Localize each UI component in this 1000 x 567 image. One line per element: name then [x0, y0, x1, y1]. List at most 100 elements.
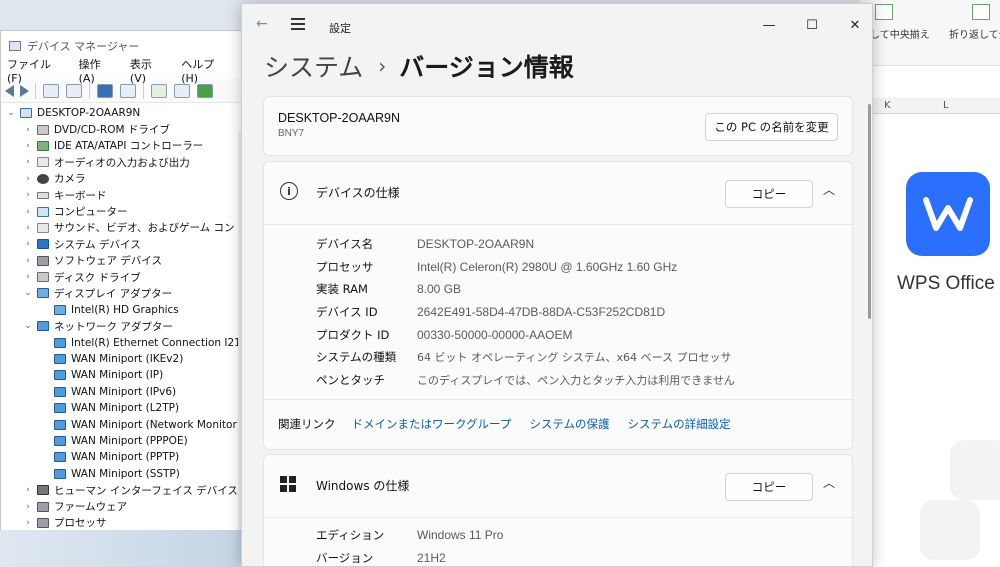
merge-center-icon[interactable] [875, 4, 893, 20]
back-arrow-icon[interactable]: ← [256, 16, 268, 32]
tree-node[interactable]: › サウンド、ビデオ、およびゲーム コントローラー [1, 220, 287, 236]
network-icon [54, 403, 66, 414]
column-header: K L [860, 98, 1000, 114]
tree-node[interactable]: › キーボード [1, 187, 244, 203]
chevron-right-icon[interactable]: › [22, 157, 34, 167]
maximize-icon[interactable]: ☐ [789, 11, 835, 39]
tree-node[interactable]: WAN Miniport (IKEv2) [1, 351, 244, 367]
pc-name-card: DESKTOP-2OAAR9N BNY7 この PC の名前を変更 [263, 96, 853, 156]
tree-node[interactable]: › コンピューター [1, 203, 244, 219]
close-icon[interactable]: ✕ [832, 11, 872, 39]
chevron-up-icon[interactable]: ︿ [823, 181, 835, 198]
chevron-right-icon[interactable]: › [22, 239, 34, 249]
menu-action[interactable]: 操作(A) [79, 56, 116, 85]
audio-icon [37, 222, 49, 233]
chevron-right-icon[interactable]: › [22, 502, 34, 512]
spec-row: 実装 RAM 8.00 GB [316, 278, 461, 301]
tree-node[interactable]: ⌄ ネットワーク アダプター [1, 318, 244, 334]
wrap-text-button[interactable]: 折り返して全 [949, 26, 1000, 41]
enable-device-icon[interactable] [197, 83, 213, 98]
tree-node[interactable]: › カメラ [1, 171, 244, 187]
tree-node[interactable]: › IDE ATA/ATAPI コントローラー [1, 138, 244, 154]
hamburger-menu-icon[interactable] [291, 18, 305, 33]
tree-node[interactable]: › プロセッサ [1, 515, 244, 531]
domain-workgroup-link[interactable]: ドメインまたはワークグループ [352, 416, 512, 432]
chevron-right-icon[interactable]: › [22, 174, 34, 184]
windows-spec-title: Windows の仕様 [316, 479, 410, 493]
menu-view[interactable]: 表示(V) [130, 56, 167, 85]
tree-node[interactable]: › システム デバイス [1, 236, 244, 252]
tree-node[interactable]: › ディスク ドライブ [1, 269, 244, 285]
advanced-system-settings-link[interactable]: システムの詳細設定 [628, 416, 731, 432]
help-icon[interactable] [97, 83, 113, 98]
system-protection-link[interactable]: システムの保護 [529, 416, 609, 432]
desktop-background-strip [0, 530, 241, 567]
chevron-down-icon[interactable]: ⌄ [22, 288, 34, 298]
device-spec-header[interactable]: i デバイスの仕様 コピー ︿ [264, 162, 854, 224]
divider [264, 224, 854, 225]
tree-node-label: ヒューマン インターフェイス デバイス [54, 484, 238, 497]
chevron-right-icon[interactable]: › [22, 485, 34, 495]
spec-row: デバイス名 DESKTOP-2OAAR9N [316, 233, 534, 256]
tree-node[interactable]: › ソフトウェア デバイス [1, 253, 244, 269]
tree-node[interactable]: ⌄ DESKTOP-2OAAR9N [1, 105, 244, 121]
chevron-down-icon[interactable]: ⌄ [22, 321, 34, 331]
column-l[interactable]: L [943, 100, 949, 111]
tree-node[interactable]: ⌄ ディスプレイ アダプター [1, 285, 244, 301]
chevron-right-icon[interactable]: › [22, 272, 34, 282]
settings-scrollbar[interactable] [868, 104, 871, 319]
tree-node[interactable]: Intel(R) HD Graphics [1, 302, 244, 318]
spec-key: プロセッサ [316, 259, 374, 274]
rename-pc-button[interactable]: この PC の名前を変更 [705, 113, 838, 141]
tree-node[interactable]: WAN Miniport (PPPOE) [1, 433, 244, 449]
breadcrumb-system[interactable]: システム [264, 48, 363, 84]
windows-spec-header[interactable]: Windows の仕様 コピー ︿ [264, 455, 854, 517]
spec-value: 64 ビット オペレーティング システム、x64 ベース プロセッサ [417, 351, 732, 365]
tree-node[interactable]: › ファームウェア [1, 498, 244, 514]
chevron-right-icon[interactable]: › [22, 190, 34, 200]
spec-value: Windows 11 Pro [417, 528, 504, 543]
chevron-right-icon[interactable]: › [22, 125, 34, 135]
tree-node-label: IDE ATA/ATAPI コントローラー [54, 140, 204, 153]
chevron-right-icon[interactable]: › [22, 518, 34, 528]
back-arrow-icon[interactable] [5, 84, 14, 97]
chevron-down-icon[interactable]: ⌄ [5, 108, 17, 118]
tree-node[interactable]: WAN Miniport (L2TP) [1, 400, 244, 416]
chevron-right-icon[interactable]: › [22, 207, 34, 217]
tree-node-label: WAN Miniport (L2TP) [71, 402, 180, 415]
tree-node[interactable]: › ヒューマン インターフェイス デバイス [1, 482, 244, 498]
tree-node[interactable]: WAN Miniport (IPv6) [1, 384, 244, 400]
spec-key: デバイス名 [316, 237, 374, 252]
column-k[interactable]: K [884, 100, 891, 111]
tree-node[interactable]: Intel(R) Ethernet Connection I218-V [1, 334, 258, 350]
divider [264, 517, 854, 518]
properties-icon[interactable] [43, 83, 59, 98]
update-driver-icon[interactable] [120, 83, 136, 98]
tree-node[interactable]: WAN Miniport (PPTP) [1, 449, 244, 465]
chevron-right-icon[interactable]: › [22, 223, 34, 233]
display-icon[interactable] [174, 83, 190, 98]
spec-row: システムの種類 64 ビット オペレーティング システム、x64 ベース プロセッ… [316, 346, 731, 369]
merge-center-button[interactable]: して中央揃え [870, 26, 930, 41]
tree-node-label: Intel(R) HD Graphics [71, 303, 179, 316]
wrap-text-icon[interactable] [972, 4, 990, 20]
tree-node[interactable]: WAN Miniport (Network Monitor) [1, 416, 244, 432]
minimize-icon[interactable]: — [746, 11, 792, 39]
device-spec-copy-button[interactable]: コピー [725, 180, 813, 208]
tree-node[interactable]: › オーディオの入力および出力 [1, 154, 244, 170]
tree-node[interactable]: WAN Miniport (IP) [1, 367, 244, 383]
scan-hardware-icon[interactable] [151, 83, 167, 98]
tree-node-label: システム デバイス [54, 238, 141, 251]
chevron-right-icon[interactable]: › [22, 141, 34, 151]
tree-node[interactable]: › DVD/CD-ROM ドライブ [1, 121, 244, 137]
chevron-right-icon[interactable]: › [22, 256, 34, 266]
network-icon [54, 436, 66, 446]
tree-node[interactable]: WAN Miniport (SSTP) [1, 466, 244, 482]
info-icon: i [280, 182, 298, 200]
show-hide-icon[interactable] [66, 83, 82, 98]
chevron-up-icon[interactable]: ︿ [823, 474, 835, 491]
windows-spec-copy-button[interactable]: コピー [725, 473, 813, 501]
menu-file[interactable]: ファイル(F) [7, 56, 65, 85]
forward-arrow-icon[interactable] [20, 84, 29, 97]
menu-help[interactable]: ヘルプ(H) [181, 56, 230, 85]
